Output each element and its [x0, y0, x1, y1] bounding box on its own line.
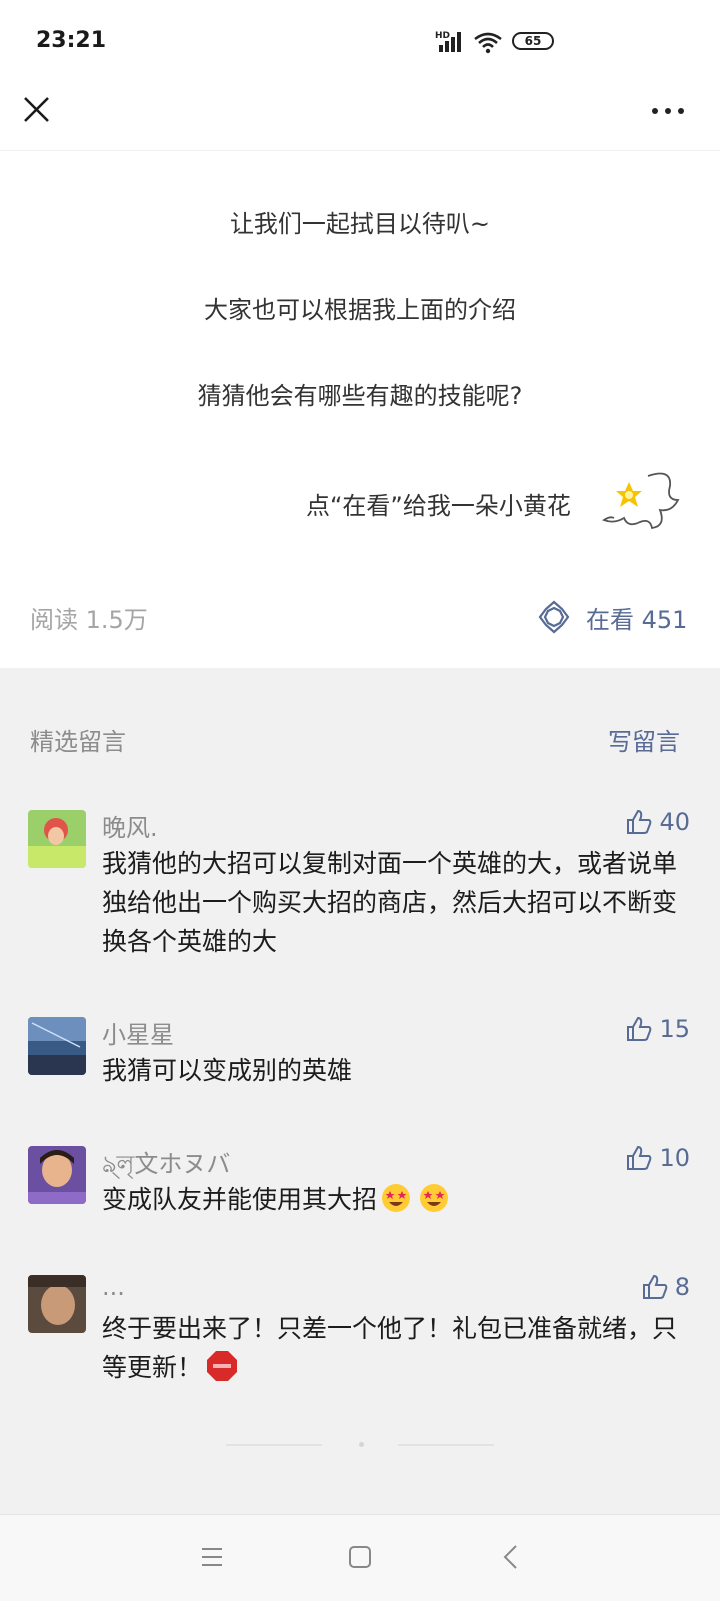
- thumbs-up-icon: [627, 1145, 652, 1170]
- star-struck-emoji-icon: [382, 1184, 411, 1212]
- article-line-1: 让我们一起拭目以待叭~: [229, 210, 491, 238]
- featured-comments-title: 精选留言: [30, 728, 126, 756]
- avatar[interactable]: [28, 1146, 86, 1204]
- avatar[interactable]: [28, 1275, 86, 1333]
- stop-sign-emoji-icon: [207, 1351, 238, 1381]
- back-icon[interactable]: [496, 1541, 528, 1573]
- thumbs-up-icon: [627, 809, 652, 834]
- comment-text: 终于要出来了！只差一个他了！礼包已准备就绪，只等更新！: [102, 1314, 678, 1382]
- list-end-divider: [226, 1444, 322, 1446]
- like-button[interactable]: 15: [625, 1015, 690, 1047]
- top-navigation: [0, 86, 720, 151]
- signal-icon: [437, 30, 465, 52]
- system-navigation-bar: [0, 1514, 720, 1601]
- article-line-4: 点“在看”给我一朵小黄花: [306, 492, 571, 520]
- list-end-dot: [359, 1442, 364, 1447]
- like-count: 10: [659, 1144, 690, 1172]
- like-count: 40: [659, 808, 690, 836]
- status-bar: 23:21 HD 65: [0, 0, 720, 86]
- list-end-divider: [398, 1444, 494, 1446]
- like-button[interactable]: 40: [625, 808, 690, 840]
- read-count: 阅读 1.5万: [30, 606, 148, 634]
- comment-text: 变成队友并能使用其大招: [102, 1185, 378, 1214]
- watching-flower-icon: [538, 600, 570, 634]
- comment-body: 终于要出来了！只差一个他了！礼包已准备就绪，只等更新！: [102, 1309, 682, 1387]
- flower-sticker-icon: [602, 472, 680, 530]
- menu-icon[interactable]: [196, 1541, 228, 1573]
- comment-author: ...: [102, 1273, 125, 1301]
- like-button[interactable]: 8: [641, 1273, 690, 1305]
- article-line-2: 大家也可以根据我上面的介绍: [204, 296, 516, 324]
- thumbs-up-icon: [627, 1016, 652, 1041]
- close-icon[interactable]: [20, 92, 60, 132]
- more-options-icon[interactable]: [646, 98, 690, 126]
- like-count: 15: [659, 1015, 690, 1043]
- wifi-icon: [474, 32, 502, 54]
- star-struck-emoji-icon: [420, 1184, 449, 1212]
- write-comment-button[interactable]: 写留言: [608, 722, 680, 757]
- status-time: 23:21: [36, 28, 107, 53]
- thumbs-up-icon: [642, 1274, 668, 1299]
- avatar[interactable]: [28, 810, 86, 868]
- watching-count: 在看 451: [586, 606, 688, 634]
- avatar[interactable]: [28, 1017, 86, 1075]
- home-icon[interactable]: [344, 1541, 376, 1573]
- comment-text: 我猜他的大招可以复制对面一个英雄的大，或者说单独给他出一个购买大招的商店，然后大…: [102, 849, 678, 956]
- comment-author: 晚风.: [102, 814, 158, 842]
- comment-text: 我猜可以变成别的英雄: [102, 1056, 353, 1085]
- watching-button[interactable]: 在看 451: [536, 598, 692, 638]
- like-count: 8: [674, 1273, 690, 1301]
- comment-body: 变成队友并能使用其大招: [102, 1180, 682, 1219]
- battery-indicator: 65: [512, 32, 554, 50]
- comment-author: 小星星: [102, 1021, 174, 1049]
- article-line-3: 猜猜他会有哪些有趣的技能呢?: [197, 382, 523, 410]
- like-button[interactable]: 10: [625, 1144, 690, 1176]
